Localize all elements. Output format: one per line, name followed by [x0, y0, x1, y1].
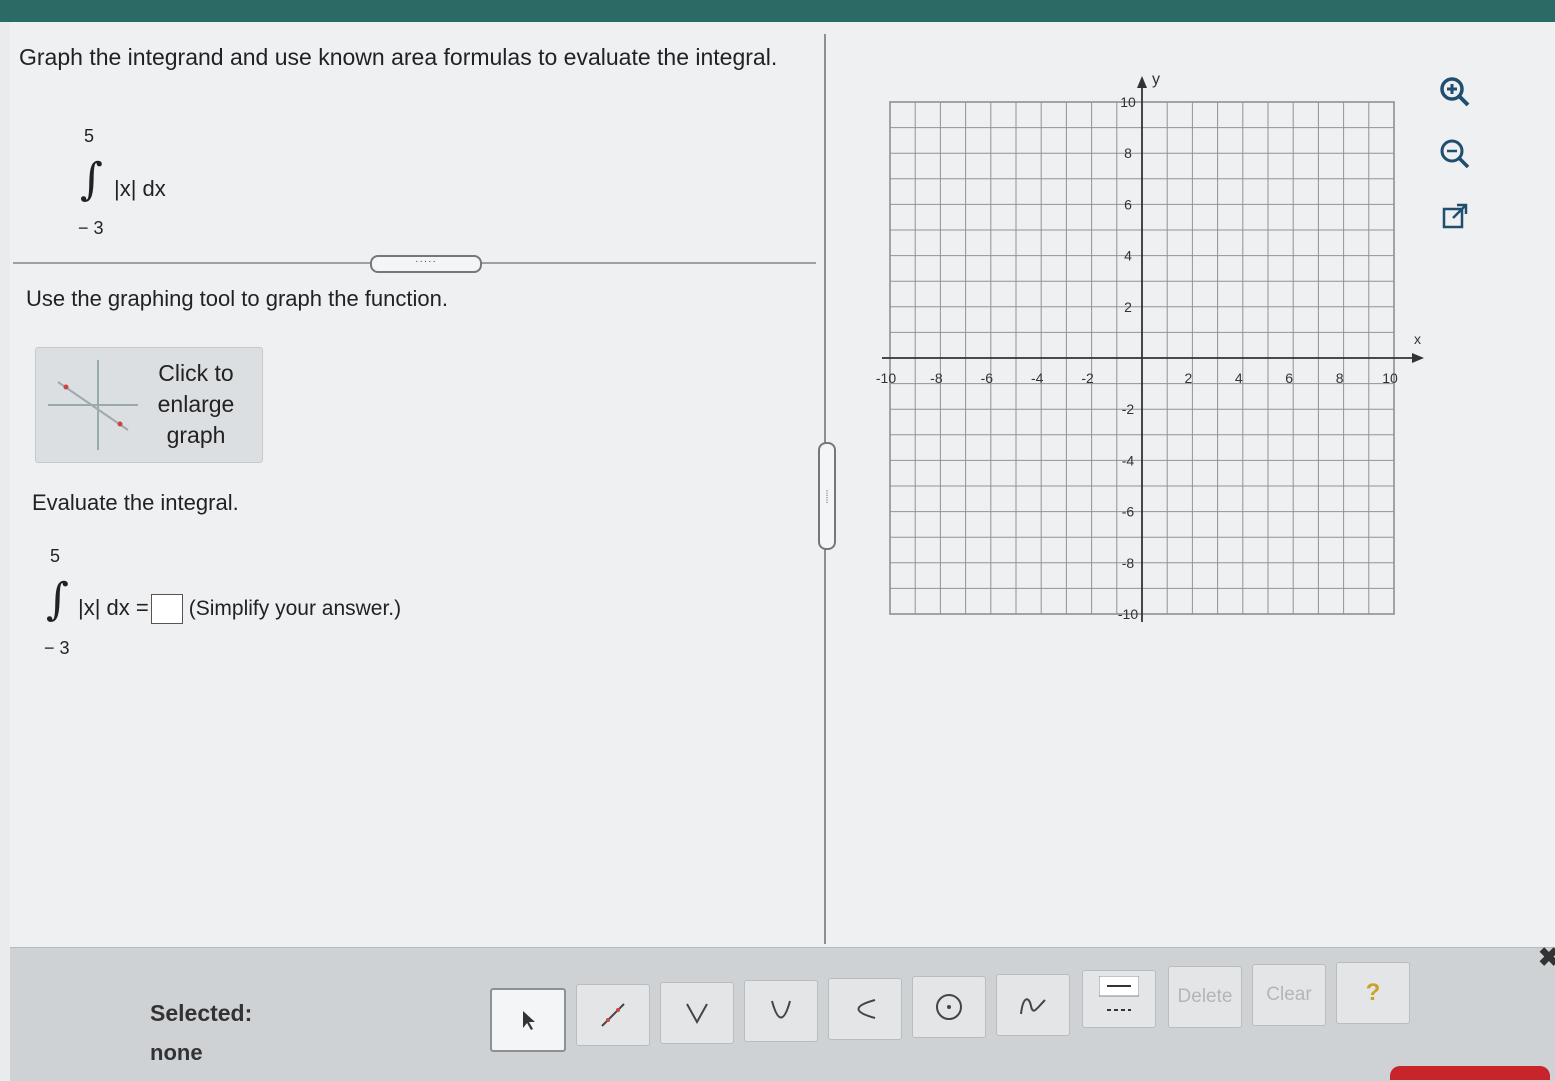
main-panel: Graph the integrand and use known area f…: [10, 22, 1555, 947]
question-text: Graph the integrand and use known area f…: [19, 44, 778, 70]
horizontal-parabola-tool-button[interactable]: [828, 978, 902, 1040]
integral-sign-icon: ∫: [80, 154, 103, 205]
y-tick-label: 6: [1124, 196, 1132, 212]
pointer-icon: [523, 1011, 535, 1030]
pop-out-icon[interactable]: [1435, 196, 1475, 236]
delete-label: Delete: [1177, 986, 1233, 1007]
y-tick-label: -2: [1122, 401, 1135, 417]
line-icon: [601, 1003, 625, 1027]
horizontal-parabola-icon: [857, 999, 876, 1019]
help-button[interactable]: ?: [1336, 962, 1410, 1024]
x-tick-label: 6: [1285, 370, 1293, 386]
clear-label: Clear: [1266, 984, 1312, 1005]
integral-upper-limit: 5: [84, 126, 95, 146]
integral-sign-icon: ∫: [46, 574, 69, 625]
y-tick-label: -8: [1122, 555, 1135, 571]
pointer-tool-button[interactable]: [490, 988, 566, 1052]
evaluate-label: Evaluate the integral.: [32, 490, 239, 515]
line-style-button[interactable]: [1082, 970, 1156, 1028]
y-tick-label: 4: [1124, 248, 1132, 264]
line-tool-button[interactable]: [576, 984, 650, 1046]
parabola-tool-button[interactable]: [744, 980, 818, 1042]
enlarge-graph-button[interactable]: Click to enlarge graph: [35, 347, 263, 463]
absolute-value-tool-button[interactable]: [660, 982, 734, 1044]
help-icon: ?: [1365, 979, 1381, 1006]
red-tab: [1390, 1066, 1550, 1080]
simplify-hint: (Simplify your answer.): [188, 596, 402, 620]
curve-tool-button[interactable]: [996, 974, 1070, 1036]
x-tick-label: 8: [1336, 370, 1344, 386]
x-tick-label: 4: [1235, 370, 1243, 386]
resize-handle-horizontal[interactable]: ·····: [370, 255, 482, 273]
x-tick-label: -8: [930, 370, 943, 386]
integral-upper-limit: 5: [50, 546, 61, 566]
question-pane: Graph the integrand and use known area f…: [10, 22, 820, 947]
x-tick-label: -2: [1081, 370, 1094, 386]
question-integral: 5 ∫ |x| dx − 3: [72, 124, 272, 244]
integrand: |x| dx = (Simplify your answer.): [78, 594, 401, 624]
curve-icon: [1020, 998, 1046, 1015]
enlarge-graph-label: Click to enlarge graph: [157, 360, 235, 448]
y-tick-label: -4: [1122, 452, 1135, 468]
delete-button[interactable]: Delete: [1168, 966, 1242, 1028]
circle-tool-button[interactable]: [912, 976, 986, 1038]
integral-lower-limit: − 3: [78, 218, 104, 238]
y-tick-label: 8: [1124, 145, 1132, 161]
clear-button[interactable]: Clear: [1252, 964, 1326, 1026]
integrand: |x| dx: [114, 176, 166, 201]
parabola-icon: [771, 1000, 791, 1019]
absolute-value-icon: [686, 1003, 708, 1025]
selected-value: none: [150, 1040, 203, 1065]
line-style-icon: [1099, 976, 1139, 1011]
graph-side-tools: [1435, 72, 1479, 258]
zoom-in-icon[interactable]: [1435, 72, 1475, 112]
y-axis-arrow-icon: [1137, 76, 1147, 88]
x-tick-label: -10: [876, 370, 896, 386]
y-tick-label: 2: [1124, 299, 1132, 315]
x-tick-label: 2: [1185, 370, 1193, 386]
circle-icon: [936, 994, 962, 1020]
graph-thumbnail-icon: [48, 360, 138, 450]
close-icon[interactable]: ✖: [1538, 942, 1555, 973]
y-tick-label: 10: [1120, 94, 1136, 110]
answer-input[interactable]: [150, 594, 183, 624]
zoom-out-icon[interactable]: [1435, 134, 1475, 174]
top-bar: [0, 0, 1555, 22]
x-tick-label: -6: [981, 370, 994, 386]
coordinate-graph[interactable]: x y -10 -8 -6 -4 -2 2 4 6 8 10 10 8 6 4 2 -2 -4 -6 -8 -10: [860, 42, 1440, 622]
answer-integral: 5 ∫ |x| dx = (Simplify your answer.) − 3: [40, 544, 560, 664]
x-tick-label: 10: [1382, 370, 1398, 386]
selected-label: Selected:: [150, 1000, 253, 1026]
x-tick-label: -4: [1031, 370, 1044, 386]
graphing-toolbar: Selected: none Delete Clear ?: [10, 947, 1555, 1081]
instruction-text: Use the graphing tool to graph the funct…: [26, 286, 448, 311]
x-axis-arrow-icon: [1412, 353, 1424, 363]
integrand-text: |x| dx =: [78, 594, 149, 620]
y-tick-label: -6: [1122, 504, 1135, 520]
y-axis-label: y: [1152, 71, 1160, 88]
y-tick-label: -10: [1118, 606, 1138, 622]
integral-lower-limit: − 3: [44, 638, 70, 658]
x-axis-label: x: [1414, 331, 1421, 347]
